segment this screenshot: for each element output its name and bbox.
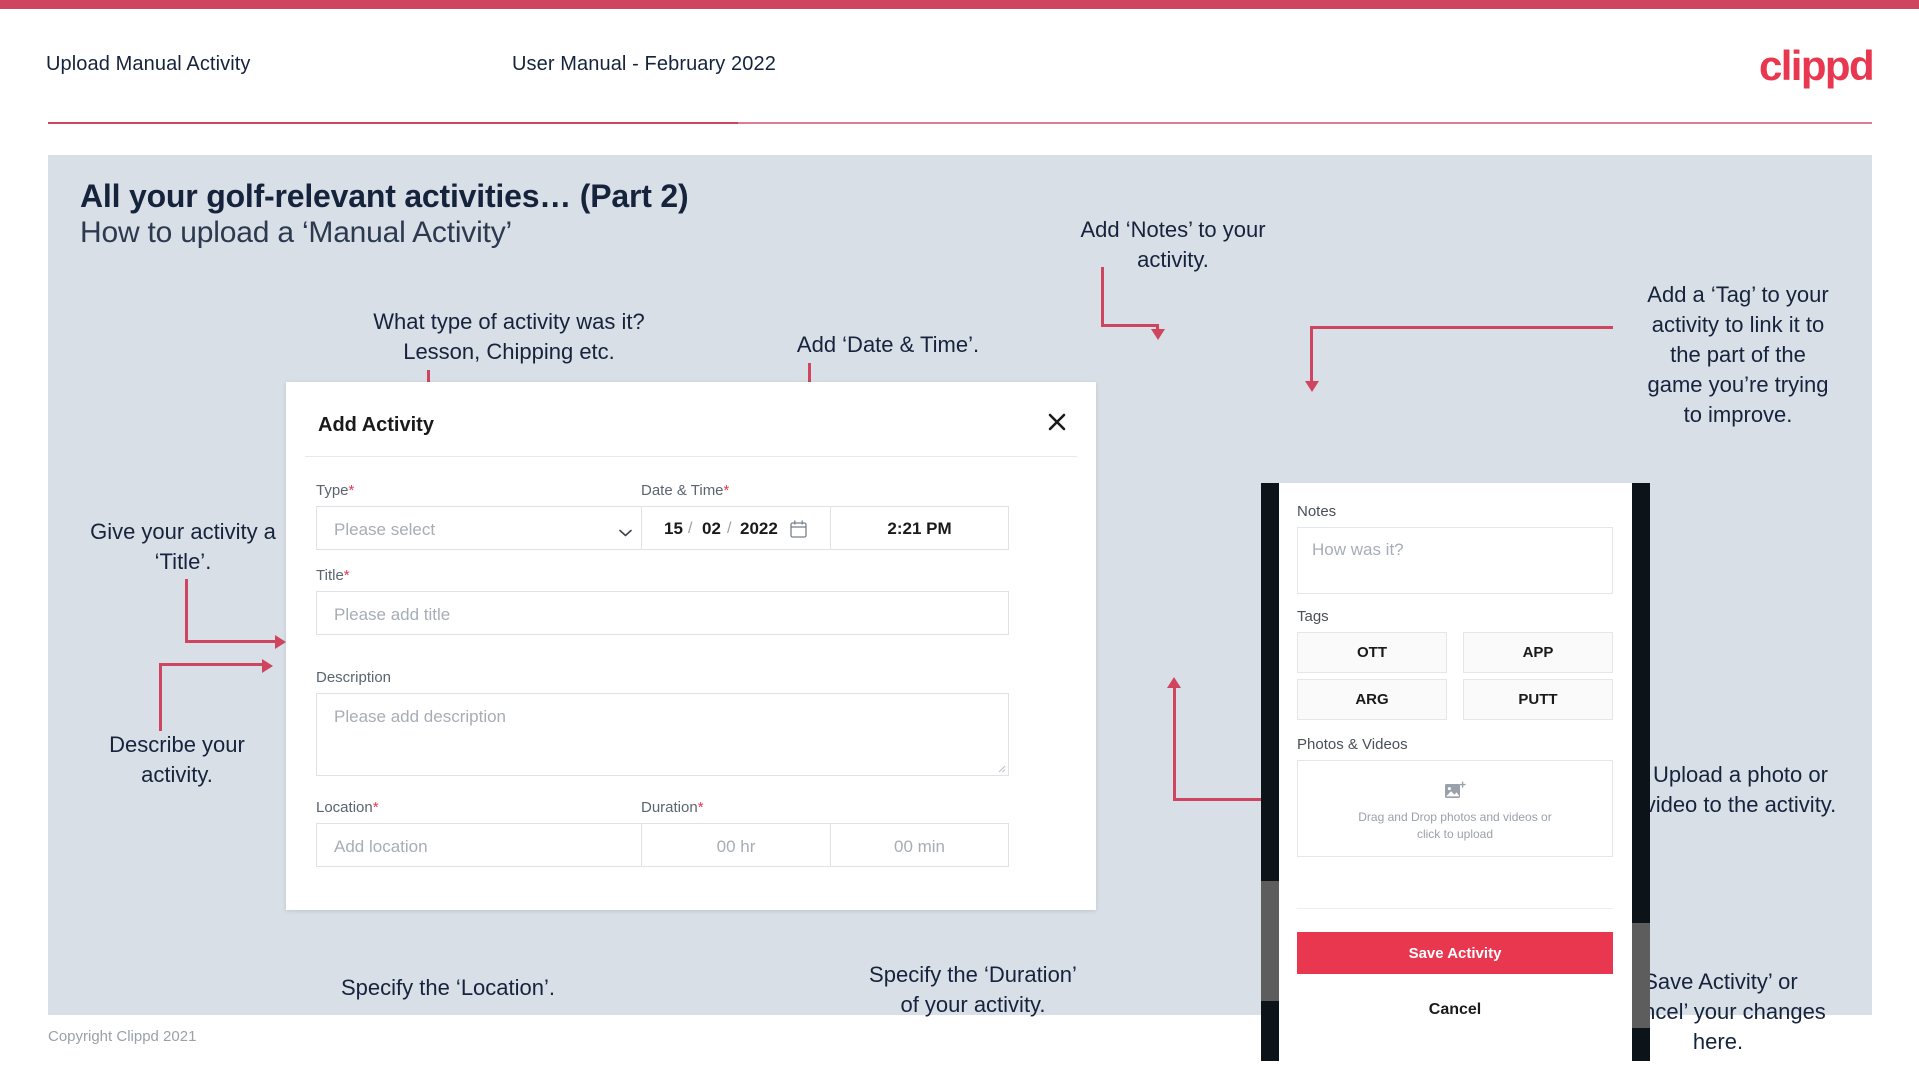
date-day: 15 <box>664 519 683 538</box>
annotation-location: Specify the ‘Location’. <box>340 975 556 1000</box>
title-placeholder: Please add title <box>334 605 451 624</box>
dialog-divider <box>305 456 1077 457</box>
slide-body: All your golf-relevant activities… (Part… <box>48 155 1872 1061</box>
annotation-tags: Add a ‘Tag’ to your activity to link it … <box>1647 282 1829 427</box>
annotation-photos: Upload a photo or video to the activity. <box>1644 762 1837 817</box>
slide-heading: All your golf-relevant activities… (Part… <box>80 178 689 214</box>
type-label: Type* <box>316 482 355 499</box>
photo-dropzone[interactable]: Drag and Drop photos and videos or click… <box>1297 760 1613 857</box>
cancel-button[interactable]: Cancel <box>1297 1001 1613 1019</box>
header-title: Upload Manual Activity <box>46 53 251 75</box>
phone-mockup: Notes How was it? Tags OTT APP ARG PUTT … <box>1261 483 1650 1061</box>
type-placeholder: Please select <box>334 520 436 539</box>
time-input[interactable]: 2:21 PM <box>831 506 1009 550</box>
connector-tags-arrow <box>1305 381 1319 392</box>
duration-minutes-input[interactable]: 00 min <box>831 823 1009 867</box>
annotation-title: Give your activity a ‘Title’. <box>90 519 276 574</box>
title-input[interactable]: Please add title <box>316 591 1009 635</box>
tag-arg[interactable]: ARG <box>1297 679 1447 720</box>
notes-placeholder: How was it? <box>1312 540 1404 559</box>
connector-tags-h <box>1310 326 1613 329</box>
description-placeholder: Please add description <box>334 707 507 726</box>
dropzone-line-1: Drag and Drop photos and videos or <box>1358 810 1552 824</box>
date-month: 02 <box>702 519 721 538</box>
dialog-title: Add Activity <box>318 414 434 436</box>
connector-desc-v <box>159 663 162 731</box>
phone-screen: Notes How was it? Tags OTT APP ARG PUTT … <box>1279 483 1632 1061</box>
tag-app[interactable]: APP <box>1463 632 1613 673</box>
annotation-notes: Add ‘Notes’ to your activity. <box>1080 217 1266 272</box>
connector-desc-arrow <box>262 659 273 673</box>
connector-notes-v1 <box>1101 267 1104 327</box>
header-divider-left <box>48 122 738 124</box>
connector-title-h <box>185 640 277 643</box>
duration-hours-input[interactable]: 00 hr <box>641 823 831 867</box>
duration-minutes-placeholder: 00 min <box>893 837 946 856</box>
location-label: Location* <box>316 799 379 816</box>
connector-desc-h <box>159 663 264 666</box>
location-placeholder: Add location <box>334 837 428 856</box>
notes-textarea[interactable]: How was it? <box>1297 527 1613 594</box>
type-select[interactable]: Please select <box>316 506 649 550</box>
phone-right-button <box>1632 923 1650 1028</box>
add-image-icon <box>1444 781 1466 806</box>
date-sep-1: / <box>688 520 693 537</box>
date-year: 2022 <box>740 519 778 538</box>
notes-label: Notes <box>1297 503 1337 520</box>
photos-label: Photos & Videos <box>1297 736 1408 753</box>
connector-notes-arrow <box>1151 329 1165 340</box>
clippd-logo: clippd <box>1758 42 1875 89</box>
annotation-datetime: Add ‘Date & Time’. <box>796 332 980 357</box>
duration-hours-placeholder: 00 hr <box>716 837 756 856</box>
date-sep-2: / <box>727 520 732 537</box>
connector-title-v <box>185 579 188 643</box>
slide-subheading: How to upload a ‘Manual Activity’ <box>80 216 512 249</box>
tag-putt[interactable]: PUTT <box>1463 679 1613 720</box>
date-input[interactable]: 15 / 02 / 2022 <box>641 506 831 550</box>
tags-label: Tags <box>1297 608 1329 625</box>
location-required-mark: * <box>372 799 379 816</box>
calendar-icon[interactable] <box>790 520 807 538</box>
chevron-down-icon <box>619 524 632 537</box>
type-required-mark: * <box>348 482 355 499</box>
datetime-label: Date & Time* <box>641 482 730 499</box>
top-accent-bar <box>0 0 1919 9</box>
annotation-duration: Specify the ‘Duration’ of your activity. <box>869 962 1077 1017</box>
connector-save-arrow <box>1167 677 1181 688</box>
annotation-type: What type of activity was it? Lesson, Ch… <box>373 309 645 364</box>
page-header: Upload Manual Activity User Manual - Feb… <box>0 9 1919 121</box>
location-input[interactable]: Add location <box>316 823 649 867</box>
tag-ott[interactable]: OTT <box>1297 632 1447 673</box>
title-label: Title* <box>316 567 350 584</box>
annotation-description: Describe your activity. <box>109 732 245 787</box>
connector-notes-h <box>1101 324 1159 327</box>
connector-tags-v <box>1310 326 1313 384</box>
time-value: 2:21 PM <box>887 519 952 538</box>
header-subtitle: User Manual - February 2022 <box>512 53 776 75</box>
duration-required-mark: * <box>697 799 704 816</box>
close-icon[interactable] <box>1042 407 1072 437</box>
save-activity-button[interactable]: Save Activity <box>1297 932 1613 974</box>
description-label: Description <box>316 669 392 686</box>
header-divider-right <box>738 122 1872 124</box>
connector-save-v <box>1173 688 1176 800</box>
title-required-mark: * <box>343 567 350 584</box>
datetime-required-mark: * <box>723 482 730 499</box>
dropzone-line-2: click to upload <box>1416 827 1494 841</box>
resize-handle-icon[interactable] <box>996 763 1006 773</box>
connector-title-arrow <box>275 635 286 649</box>
footer-copyright: Copyright Clippd 2021 <box>48 1028 197 1045</box>
add-activity-dialog: Add Activity Type* Please select Date & … <box>286 382 1096 910</box>
phone-left-button <box>1261 881 1279 1001</box>
duration-label: Duration* <box>641 799 704 816</box>
description-textarea[interactable]: Please add description <box>316 693 1009 776</box>
phone-divider <box>1297 908 1613 909</box>
